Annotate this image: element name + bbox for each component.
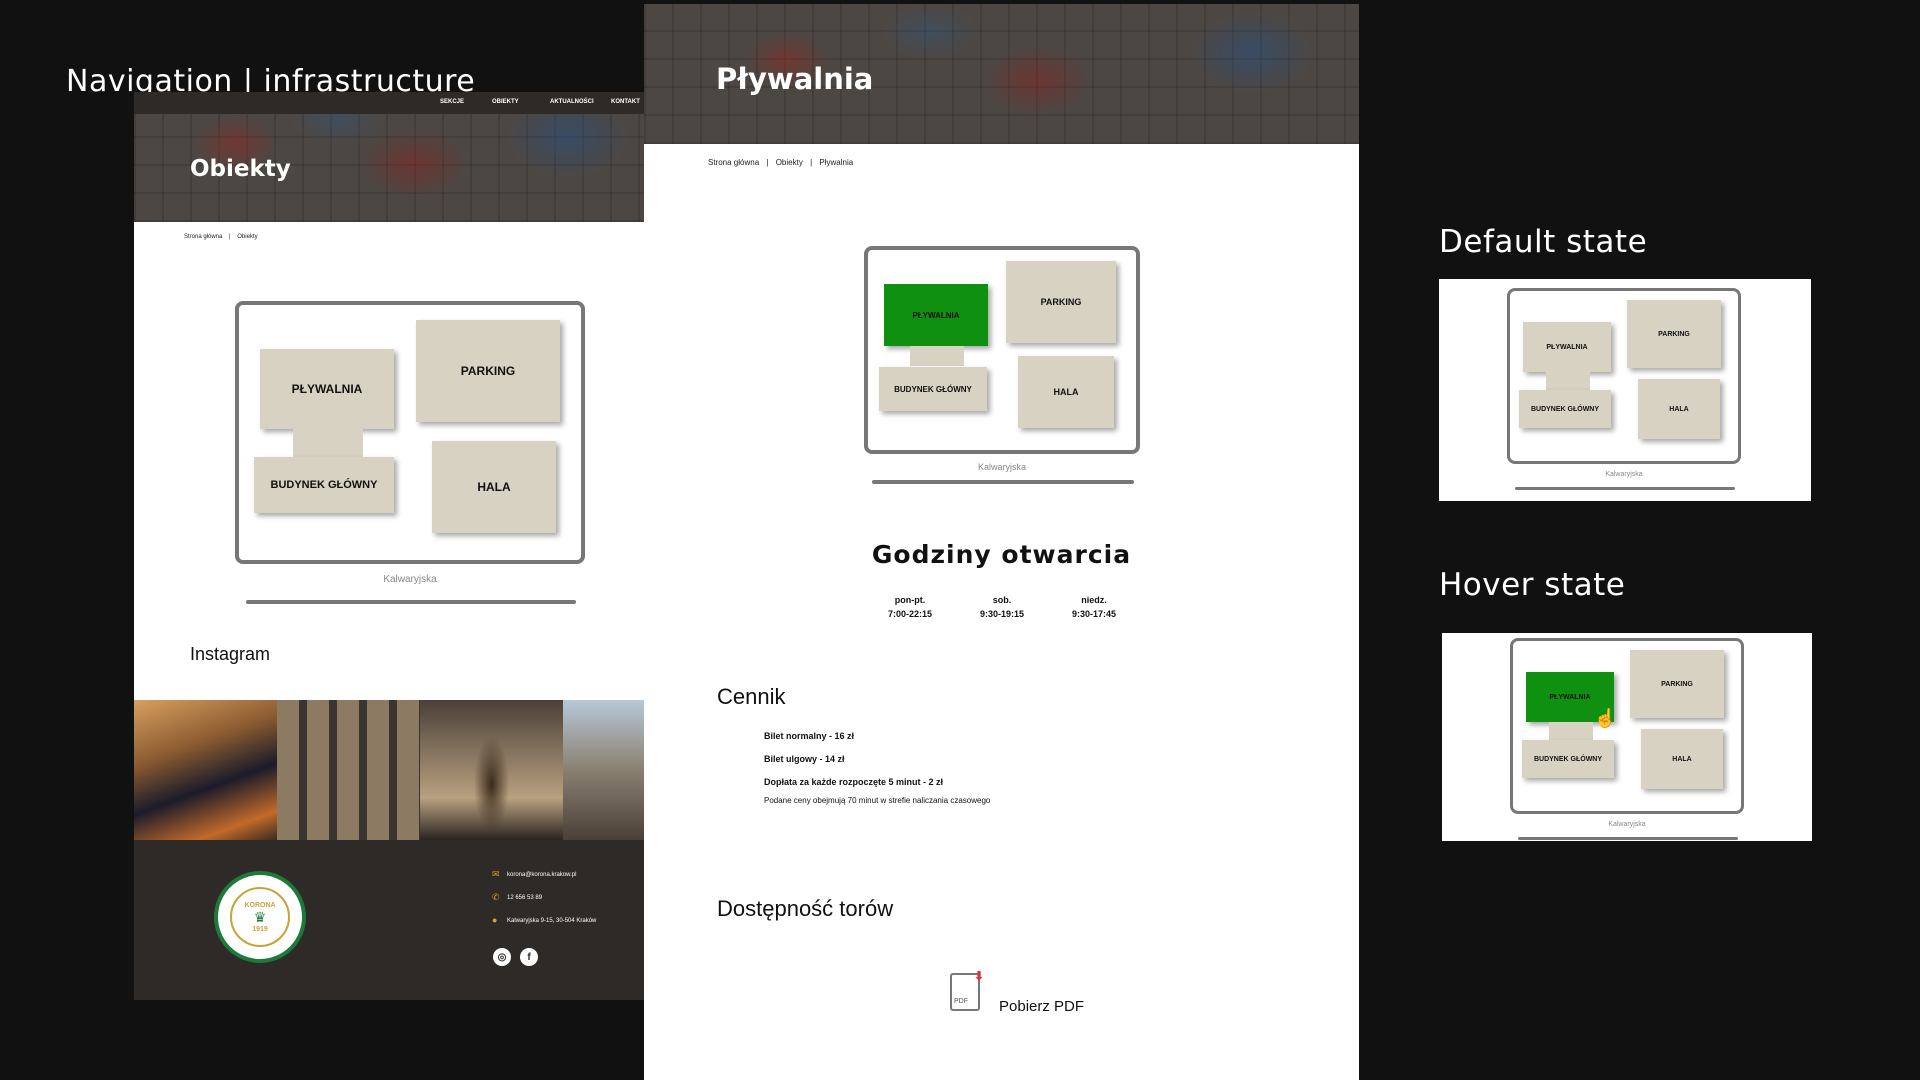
street-label: Kalwaryjska	[977, 462, 1026, 472]
facility-map: PŁYWALNIA PARKING BUDYNEK GŁÓWNY HALA	[235, 301, 585, 564]
breadcrumb-separator: |	[229, 234, 231, 240]
breadcrumb-pool: Pływalnia	[819, 158, 854, 167]
breadcrumb-home[interactable]: Strona główna	[184, 234, 222, 240]
map-tile-main-building[interactable]: BUDYNEK GŁÓWNY	[879, 367, 987, 411]
map-tile-parking[interactable]: PARKING	[1006, 261, 1116, 343]
hover-state-label: Hover state	[1439, 567, 1626, 603]
breadcrumb: Strona główna | Obiekty	[184, 234, 263, 240]
map-connector	[910, 346, 964, 366]
facility-map: PŁYWALNIA PARKING BUDYNEK GŁÓWNY HALA	[1510, 638, 1744, 814]
logo-text: KORONA	[244, 901, 276, 909]
pool-page: Pływalnia Strona główna | Obiekty | Pływ…	[644, 4, 1359, 1080]
location-pin-icon: ●	[492, 915, 498, 925]
nav-item-objects[interactable]: OBIEKTY	[492, 99, 519, 105]
nav-item-sections[interactable]: SEKCJE	[440, 99, 464, 105]
logo-year: 1919	[252, 925, 268, 933]
price-normal: Bilet normalny - 16 zł	[764, 731, 855, 741]
site-footer: KORONA ♛ 1919 ✉ korona@korona.krakow.pl ✆…	[134, 840, 644, 1000]
street-line	[1515, 487, 1735, 490]
price-surcharge: Dopłata za każde rozpoczęte 5 minut - 2 …	[764, 777, 944, 787]
map-tile-main-building[interactable]: BUDYNEK GŁÓWNY	[254, 457, 394, 513]
breadcrumb-home[interactable]: Strona główna	[708, 158, 759, 167]
price-note: Podane ceny obejmują 70 minut w strefie …	[764, 796, 991, 805]
map-tile-pool[interactable]: PŁYWALNIA	[884, 284, 988, 346]
nav-item-contact[interactable]: KONTAKT	[611, 99, 640, 105]
page-title: Pływalnia	[716, 62, 874, 96]
map-tile-pool[interactable]: PŁYWALNIA	[260, 349, 394, 429]
map-tile-parking[interactable]: PARKING	[416, 320, 560, 422]
facility-map: PŁYWALNIA PARKING BUDYNEK GŁÓWNY HALA	[1507, 288, 1741, 464]
breadcrumb-separator: |	[766, 158, 769, 167]
lanes-heading: Dostępność torów	[717, 896, 894, 921]
envelope-icon: ✉	[492, 869, 500, 879]
street-line	[246, 600, 576, 604]
breadcrumb-separator: |	[810, 158, 813, 167]
club-logo: KORONA ♛ 1919	[214, 871, 306, 963]
map-connector	[293, 429, 363, 457]
instagram-photo[interactable]	[420, 700, 563, 840]
opening-hours-heading: Godziny otwarcia	[871, 540, 1132, 569]
breadcrumb: Strona główna | Obiekty | Pływalnia	[708, 158, 858, 167]
instagram-feed	[134, 700, 644, 840]
instagram-photo[interactable]	[277, 700, 420, 840]
map-tile-hall[interactable]: HALA	[1018, 356, 1114, 428]
map-tile-hall[interactable]: HALA	[1638, 379, 1720, 439]
price-reduced: Bilet ulgowy - 14 zł	[764, 754, 845, 764]
phone-icon: ✆	[492, 892, 500, 902]
pdf-icon[interactable]: ⬇ PDF	[950, 969, 984, 1011]
breadcrumb-objects[interactable]: Obiekty	[776, 158, 803, 167]
contact-phone[interactable]: ✆ 12 656 53 89	[492, 893, 542, 902]
map-tile-hall[interactable]: HALA	[1641, 729, 1723, 789]
hand-cursor-icon: ☝	[1594, 708, 1617, 728]
top-navigation: SEKCJE OBIEKTY AKTUALNOŚCI KONTAKT	[134, 92, 644, 114]
hours-weekdays: pon-pt. 7:00-22:15	[887, 595, 933, 619]
facebook-icon[interactable]: f	[520, 948, 538, 966]
instagram-photo[interactable]	[134, 700, 277, 840]
street-label: Kalwaryjska	[383, 574, 437, 585]
map-tile-main-building[interactable]: BUDYNEK GŁÓWNY	[1522, 740, 1614, 778]
street-line	[1518, 837, 1738, 840]
map-tile-hall[interactable]: HALA	[432, 441, 556, 533]
default-state-preview: PŁYWALNIA PARKING BUDYNEK GŁÓWNY HALA Ka…	[1439, 279, 1811, 501]
map-tile-pool[interactable]: PŁYWALNIA	[1523, 322, 1611, 372]
contact-address: ● Kalwaryjska 9-15, 30-504 Kraków	[492, 915, 597, 925]
map-tile-main-building[interactable]: BUDYNEK GŁÓWNY	[1519, 390, 1611, 428]
instagram-photo[interactable]	[563, 700, 644, 840]
hours-sunday: niedz. 9:30-17:45	[1071, 595, 1117, 619]
map-connector	[1546, 372, 1590, 390]
map-tile-parking[interactable]: PARKING	[1627, 300, 1721, 368]
breadcrumb-objects[interactable]: Obiekty	[237, 234, 257, 240]
contact-email[interactable]: ✉ korona@korona.krakow.pl	[492, 870, 576, 879]
instagram-heading: Instagram	[190, 644, 271, 664]
crest-icon: ♛	[253, 908, 267, 925]
map-connector	[1549, 722, 1593, 740]
street-label: Kalwaryjska	[1605, 471, 1643, 478]
objects-page: SEKCJE OBIEKTY AKTUALNOŚCI KONTAKT Obiek…	[134, 92, 644, 1000]
page-title: Obiekty	[190, 156, 291, 182]
hover-state-preview: PŁYWALNIA PARKING BUDYNEK GŁÓWNY HALA ☝ …	[1442, 633, 1812, 841]
facility-map: PŁYWALNIA PARKING BUDYNEK GŁÓWNY HALA	[864, 246, 1140, 454]
pricing-heading: Cennik	[717, 684, 786, 709]
download-arrow-icon: ⬇	[973, 969, 984, 983]
default-state-label: Default state	[1439, 224, 1648, 260]
street-line	[872, 480, 1134, 484]
hours-saturday: sob. 9:30-19:15	[979, 595, 1025, 619]
map-tile-parking[interactable]: PARKING	[1630, 650, 1724, 718]
instagram-icon[interactable]: ◎	[493, 948, 511, 966]
nav-item-news[interactable]: AKTUALNOŚCI	[550, 99, 594, 105]
street-label: Kalwaryjska	[1608, 821, 1646, 828]
download-pdf-link[interactable]: Pobierz PDF	[999, 998, 1084, 1015]
